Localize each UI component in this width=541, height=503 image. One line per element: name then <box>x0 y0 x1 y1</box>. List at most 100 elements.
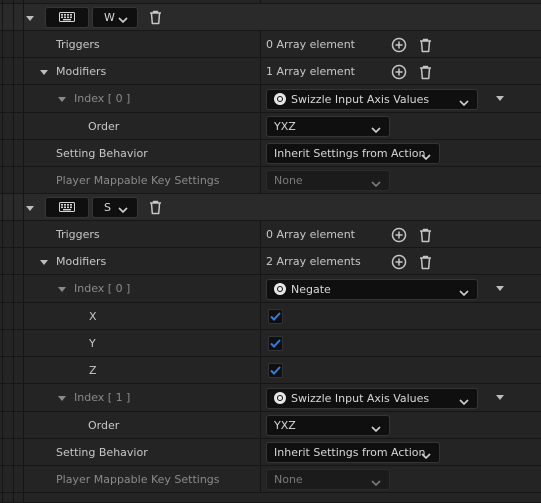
row-gutter-line <box>23 85 24 112</box>
chevron-down-icon <box>459 284 469 303</box>
add-trigger-icon[interactable] <box>391 37 407 53</box>
delete-mapping-icon[interactable] <box>147 199 163 215</box>
column-splitter[interactable] <box>260 221 261 247</box>
modifier-index-row: Index [ 1 ] Swizzle Input Axis Values <box>0 384 541 412</box>
expand-arrow-icon[interactable] <box>58 396 66 401</box>
row-gutter-line <box>13 31 14 57</box>
row-gutter-line <box>13 248 14 274</box>
expand-arrow-icon[interactable] <box>40 69 48 75</box>
row-gutter-line <box>2 221 3 247</box>
expand-arrow-icon[interactable] <box>58 97 66 102</box>
triggers-count: 0 Array element <box>266 38 355 51</box>
clear-triggers-icon[interactable] <box>417 227 433 243</box>
clear-triggers-icon[interactable] <box>417 37 433 53</box>
modifier-class-icon <box>274 92 286 105</box>
modifier-type-combo[interactable]: Negate <box>266 278 478 303</box>
row-remainder <box>0 493 541 503</box>
setting-behavior-combo[interactable]: Inherit Settings from Action <box>266 442 440 463</box>
row-gutter-line <box>23 31 24 57</box>
column-splitter[interactable] <box>260 140 261 166</box>
key-combo[interactable]: S <box>92 197 138 218</box>
expand-arrow-icon[interactable] <box>58 287 66 292</box>
column-splitter[interactable] <box>260 0 261 3</box>
column-splitter[interactable] <box>260 58 261 84</box>
row-gutter-line <box>2 330 3 356</box>
chevron-down-icon <box>118 204 128 217</box>
column-splitter[interactable] <box>260 303 261 329</box>
index-options-arrow-icon[interactable] <box>496 286 504 291</box>
index-options-arrow-icon[interactable] <box>496 395 504 400</box>
chevron-down-icon <box>371 175 381 194</box>
column-splitter[interactable] <box>260 384 261 411</box>
triggers-row: Triggers 0 Array element <box>0 221 541 248</box>
setting-behavior-row: Setting Behavior Inherit Settings from Ac… <box>0 140 541 167</box>
combo-value: Swizzle Input Axis Values <box>291 391 430 405</box>
negate-flag-row: X <box>0 303 541 330</box>
column-splitter[interactable] <box>260 466 261 492</box>
delete-mapping-icon[interactable] <box>147 9 163 25</box>
row-gutter-line <box>23 0 24 3</box>
row-gutter-line <box>23 113 24 139</box>
row-gutter-line <box>13 4 14 30</box>
order-combo[interactable]: YXZ <box>266 116 390 137</box>
column-splitter[interactable] <box>260 439 261 465</box>
modifier-type-combo[interactable]: Swizzle Input Axis Values <box>266 387 478 409</box>
row-gutter-line <box>13 85 14 112</box>
expand-arrow-icon[interactable] <box>26 15 34 21</box>
row-gutter-line <box>13 113 14 139</box>
clear-modifiers-icon[interactable] <box>417 254 433 270</box>
add-modifier-icon[interactable] <box>391 254 407 270</box>
key-combo[interactable]: W <box>92 7 138 28</box>
chevron-down-icon <box>371 420 381 439</box>
modifier-index-label: Index [ 0 ] <box>74 92 131 105</box>
modifier-index-label: Index [ 0 ] <box>74 282 131 295</box>
expand-arrow-icon[interactable] <box>40 259 48 265</box>
modifier-type-combo[interactable]: Swizzle Input Axis Values <box>266 88 478 110</box>
row-gutter-line <box>13 493 14 502</box>
row-gutter-line <box>23 303 24 329</box>
column-splitter[interactable] <box>260 167 261 193</box>
row-gutter-line <box>13 303 14 329</box>
row-gutter-line <box>2 303 3 329</box>
row-gutter-line <box>23 167 24 193</box>
row-gutter-line <box>2 140 3 166</box>
player-mappable-label: Player Mappable Key Settings <box>56 473 220 486</box>
row-gutter-line <box>23 221 24 247</box>
row-gutter-line <box>23 4 24 30</box>
row-gutter-line <box>13 194 14 220</box>
column-splitter[interactable] <box>260 275 261 302</box>
add-trigger-icon[interactable] <box>391 227 407 243</box>
flag-checkbox[interactable] <box>268 309 283 324</box>
expand-arrow-icon[interactable] <box>26 205 34 211</box>
flag-checkbox[interactable] <box>268 363 283 378</box>
keyboard-icon <box>59 12 75 25</box>
column-splitter[interactable] <box>260 330 261 356</box>
setting-behavior-combo[interactable]: Inherit Settings from Action <box>266 143 440 164</box>
triggers-label: Triggers <box>56 228 100 241</box>
column-splitter[interactable] <box>260 248 261 274</box>
row-gutter-line <box>23 58 24 84</box>
key-selector-button[interactable] <box>45 197 89 218</box>
chevron-down-icon <box>118 14 128 27</box>
column-splitter[interactable] <box>260 113 261 139</box>
mapping-header-row: S <box>0 194 541 221</box>
add-modifier-icon[interactable] <box>391 64 407 80</box>
row-gutter-line <box>13 167 14 193</box>
flag-label: Z <box>89 364 97 377</box>
order-combo[interactable]: YXZ <box>266 415 390 436</box>
column-splitter[interactable] <box>260 412 261 438</box>
combo-value: YXZ <box>274 419 296 432</box>
index-options-arrow-icon[interactable] <box>496 96 504 101</box>
row-gutter-line <box>23 384 24 411</box>
flag-checkbox[interactable] <box>268 336 283 351</box>
modifiers-row: Modifiers 2 Array elements <box>0 248 541 275</box>
key-selector-button[interactable] <box>45 7 89 28</box>
row-gutter-line <box>23 275 24 302</box>
clear-modifiers-icon[interactable] <box>417 64 433 80</box>
column-splitter[interactable] <box>260 85 261 112</box>
triggers-count: 0 Array element <box>266 228 355 241</box>
column-splitter[interactable] <box>260 31 261 57</box>
column-splitter[interactable] <box>260 357 261 383</box>
row-gutter-line <box>13 330 14 356</box>
mapping-header-row: W <box>0 4 541 31</box>
